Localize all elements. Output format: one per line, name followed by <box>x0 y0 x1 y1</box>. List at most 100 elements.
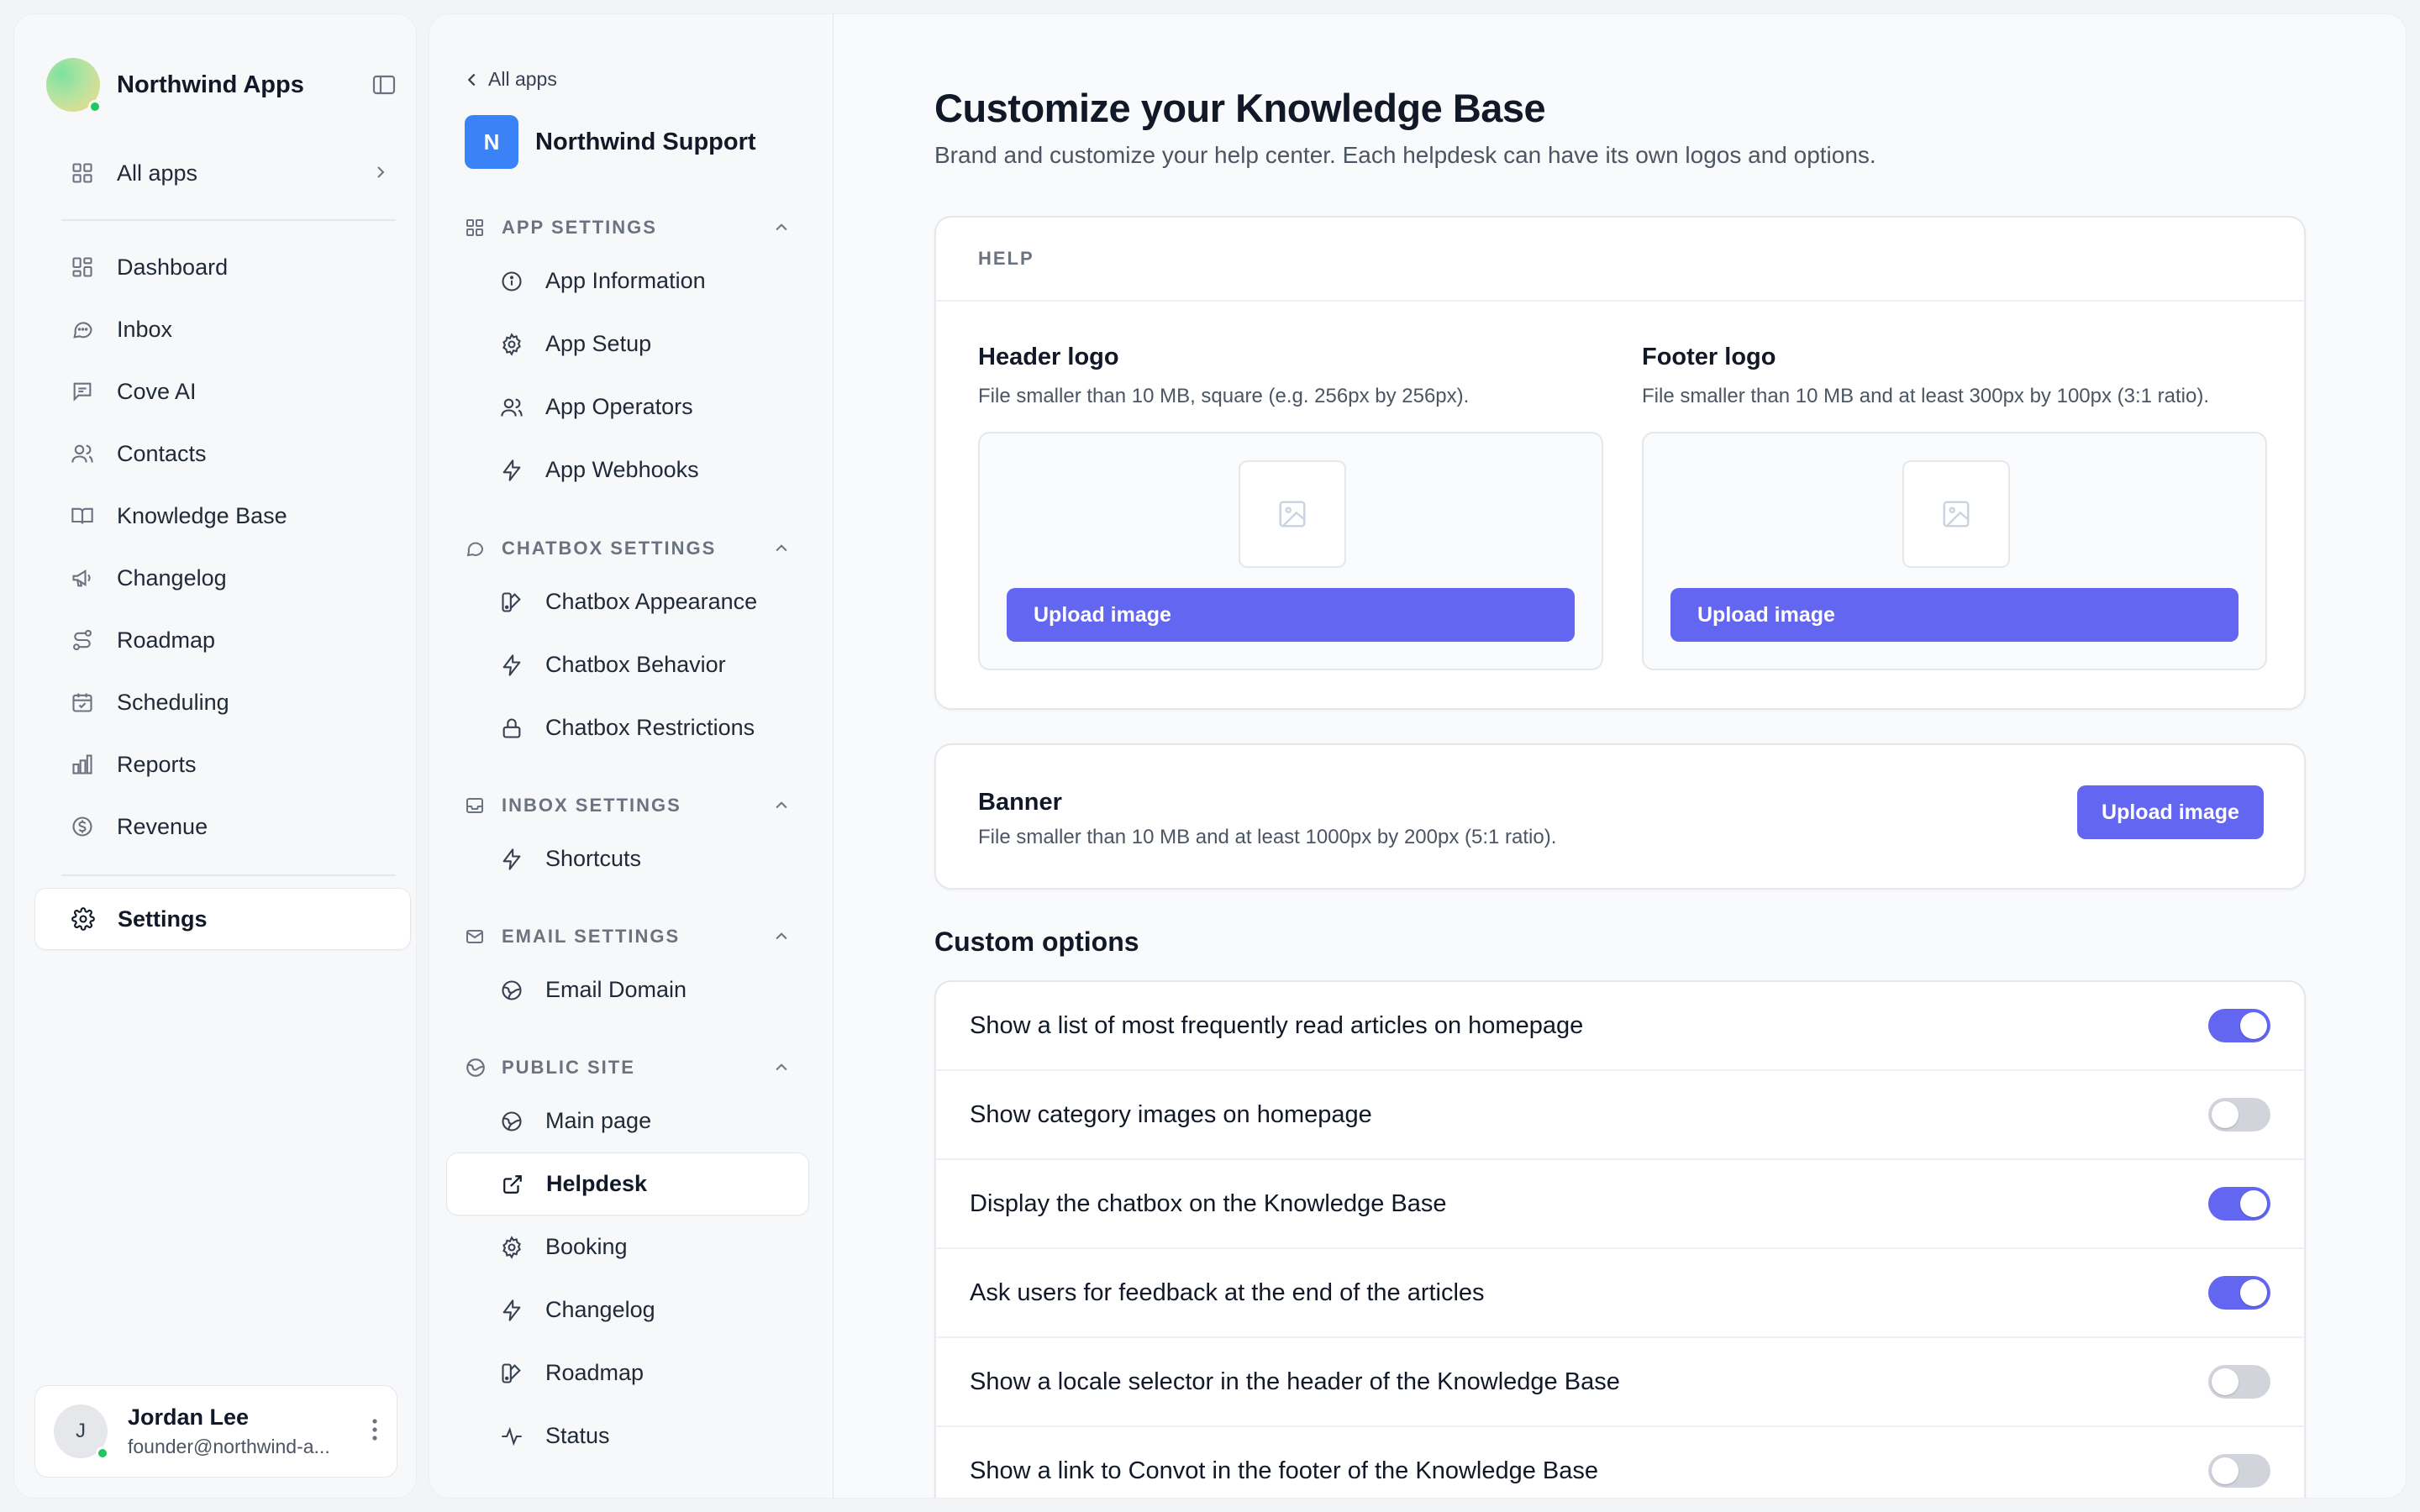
brand-name: Northwind Apps <box>117 71 304 98</box>
nav-cove-ai[interactable]: Cove AI <box>34 360 411 423</box>
menu-app-setup[interactable]: App Setup <box>465 312 818 375</box>
option-toggle[interactable] <box>2208 1454 2270 1488</box>
back-link[interactable]: All apps <box>465 68 557 91</box>
section-header[interactable]: EMAIL SETTINGS <box>465 915 818 958</box>
header-logo-dropzone[interactable]: Upload image <box>978 432 1603 670</box>
menu-app-webhooks[interactable]: App Webhooks <box>465 438 818 501</box>
user-card[interactable]: J Jordan Lee founder@northwind-a... <box>34 1385 397 1478</box>
nav-roadmap[interactable]: Roadmap <box>34 609 411 671</box>
section-public-site: PUBLIC SITE Main page Helpdesk Booking C… <box>446 1046 818 1467</box>
menu-shortcuts[interactable]: Shortcuts <box>465 827 818 890</box>
section-title: EMAIL SETTINGS <box>502 926 681 947</box>
nav-revenue[interactable]: Revenue <box>34 795 411 858</box>
app-header: N Northwind Support <box>465 115 756 169</box>
nav-knowledge-base[interactable]: Knowledge Base <box>34 485 411 547</box>
menu-email-domain[interactable]: Email Domain <box>465 958 818 1021</box>
section-header[interactable]: CHATBOX SETTINGS <box>465 527 818 570</box>
option-label: Show a locale selector in the header of … <box>970 1368 1620 1395</box>
menu-chatbox-behavior[interactable]: Chatbox Behavior <box>465 633 818 696</box>
nav-label: Reports <box>117 751 197 777</box>
option-toggle[interactable] <box>2208 1187 2270 1221</box>
menu-label: Main page <box>545 1108 652 1133</box>
page-subtitle: Brand and customize your help center. Ea… <box>934 142 1876 168</box>
upload-header-logo-button[interactable]: Upload image <box>1007 588 1575 642</box>
menu-label: App Operators <box>545 394 693 419</box>
main-content: Customize your Knowledge Base Brand and … <box>834 13 2407 1499</box>
menu-main-page[interactable]: Main page <box>465 1089 818 1152</box>
external-link-icon <box>499 1171 526 1198</box>
brand: Northwind Apps <box>46 45 399 125</box>
option-toggle[interactable] <box>2208 1098 2270 1131</box>
nav-settings[interactable]: Settings <box>34 888 411 950</box>
bolt-icon <box>498 652 525 679</box>
user-email: founder@northwind-a... <box>128 1436 330 1457</box>
option-row: Ask users for feedback at the end of the… <box>936 1249 2304 1338</box>
menu-label: Roadmap <box>545 1360 644 1385</box>
section-header[interactable]: PUBLIC SITE <box>465 1046 818 1089</box>
brand-avatar <box>46 58 102 113</box>
app-badge: N <box>465 115 518 169</box>
info-icon <box>498 268 525 295</box>
section-header[interactable]: APP SETTINGS <box>465 206 818 249</box>
bolt-icon <box>498 846 525 873</box>
more-vertical-icon[interactable] <box>371 1418 378 1441</box>
option-row: Show a list of most frequently read arti… <box>936 982 2304 1071</box>
nav-label: Cove AI <box>117 378 197 404</box>
menu-label: Chatbox Appearance <box>545 589 758 614</box>
footer-logo-desc: File smaller than 10 MB and at least 300… <box>1642 385 2210 407</box>
footer-logo-dropzone[interactable]: Upload image <box>1642 432 2267 670</box>
palette-icon <box>498 589 525 616</box>
menu-app-operators[interactable]: App Operators <box>465 375 818 438</box>
menu-changelog[interactable]: Changelog <box>465 1278 818 1341</box>
users-icon <box>68 439 97 468</box>
option-toggle[interactable] <box>2208 1365 2270 1399</box>
gear-icon <box>498 331 525 358</box>
option-row: Show a link to Convot in the footer of t… <box>936 1427 2304 1498</box>
gear-icon <box>69 905 97 933</box>
nav-reports[interactable]: Reports <box>34 733 411 795</box>
section-header[interactable]: INBOX SETTINGS <box>465 784 818 827</box>
option-toggle[interactable] <box>2208 1276 2270 1310</box>
option-label: Show a link to Convot in the footer of t… <box>970 1457 1599 1484</box>
menu-helpdesk[interactable]: Helpdesk <box>446 1152 809 1215</box>
footer-logo-block: Footer logo File smaller than 10 MB and … <box>1642 344 2267 670</box>
nav-dashboard[interactable]: Dashboard <box>34 236 411 298</box>
inbox-icon <box>465 795 488 816</box>
menu-booking[interactable]: Booking <box>465 1215 818 1278</box>
menu-label: App Webhooks <box>545 457 699 482</box>
nav-all-apps[interactable]: All apps <box>34 142 411 204</box>
nav-label: Dashboard <box>117 254 229 280</box>
megaphone-icon <box>68 564 97 592</box>
nav-label: Knowledge Base <box>117 502 287 528</box>
avatar: J <box>54 1404 109 1460</box>
custom-options-card: Show a list of most frequently read arti… <box>934 980 2306 1498</box>
chevron-up-icon <box>772 797 791 814</box>
menu-app-information[interactable]: App Information <box>465 249 818 312</box>
user-name: Jordan Lee <box>128 1404 250 1430</box>
menu-label: Chatbox Restrictions <box>545 715 755 740</box>
header-logo-desc: File smaller than 10 MB, square (e.g. 25… <box>978 385 1470 407</box>
nav-contacts[interactable]: Contacts <box>34 423 411 485</box>
upload-banner-button[interactable]: Upload image <box>2077 785 2264 839</box>
menu-status[interactable]: Status <box>465 1404 818 1467</box>
chevron-left-icon <box>465 71 478 89</box>
activity-icon <box>498 1423 525 1450</box>
nav-changelog[interactable]: Changelog <box>34 547 411 609</box>
toggle-knob <box>2240 1190 2267 1217</box>
option-label: Show a list of most frequently read arti… <box>970 1011 1584 1039</box>
main-nav: All apps Dashboard Inbox Cove AI Contact… <box>34 142 411 950</box>
sidebar-toggle-icon[interactable] <box>369 70 399 100</box>
nav-inbox[interactable]: Inbox <box>34 298 411 360</box>
nav-scheduling[interactable]: Scheduling <box>34 671 411 733</box>
globe-icon <box>498 1108 525 1135</box>
upload-footer-logo-button[interactable]: Upload image <box>1670 588 2238 642</box>
menu-chatbox-appearance[interactable]: Chatbox Appearance <box>465 570 818 633</box>
chat-bubble-icon <box>68 315 97 344</box>
menu-chatbox-restrictions[interactable]: Chatbox Restrictions <box>465 696 818 759</box>
primary-sidebar: Northwind Apps All apps Dashboard Inbox … <box>13 13 417 1499</box>
option-label: Display the chatbox on the Knowledge Bas… <box>970 1189 1447 1217</box>
menu-roadmap[interactable]: Roadmap <box>465 1341 818 1404</box>
menu-label: Email Domain <box>545 977 687 1002</box>
option-toggle[interactable] <box>2208 1009 2270 1042</box>
lock-icon <box>498 715 525 742</box>
